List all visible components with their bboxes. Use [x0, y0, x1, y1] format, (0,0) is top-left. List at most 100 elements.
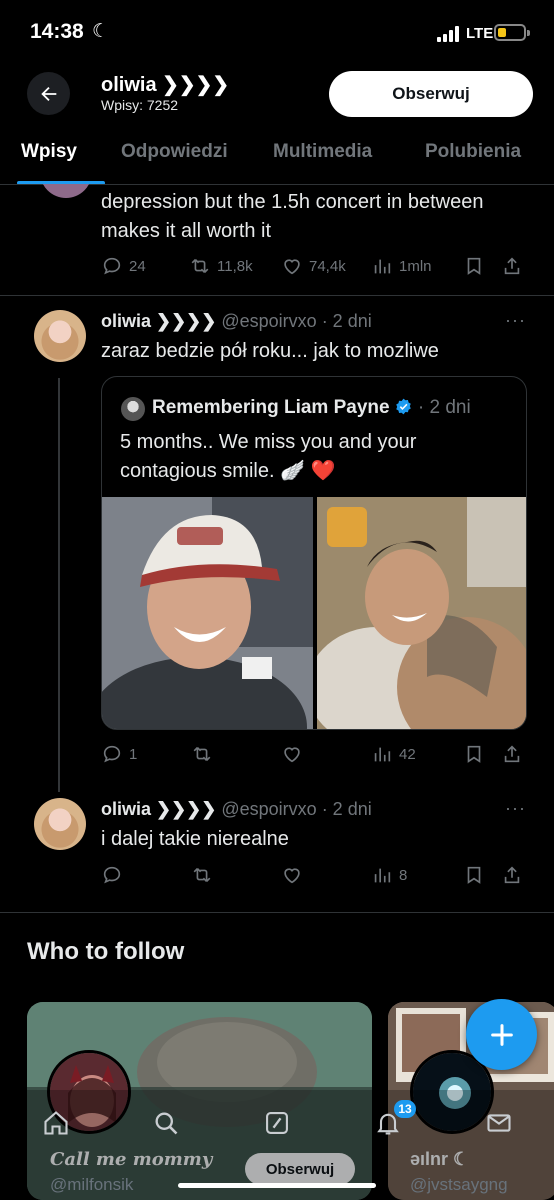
tab-likes[interactable]: Polubienia	[425, 141, 521, 163]
quoted-image-2[interactable]	[317, 497, 526, 729]
share-icon	[504, 745, 520, 763]
home-indicator	[178, 1183, 376, 1188]
quoted-image-1[interactable]	[102, 497, 313, 729]
section-divider	[0, 912, 554, 913]
repost-icon	[193, 746, 211, 762]
views-button[interactable]: 1mln	[371, 255, 432, 277]
share-icon	[504, 257, 520, 275]
post-actions: 24 11,8k 74,4k 1mln	[101, 255, 531, 277]
reply-count: 1	[129, 745, 138, 763]
bookmark-button[interactable]	[463, 255, 485, 277]
profile-tabs: Wpisy Odpowiedzi Multimedia Polubienia	[0, 124, 554, 184]
author-handle[interactable]: @espoirvxo	[221, 799, 316, 819]
repost-button[interactable]: 11,8k	[189, 255, 253, 277]
verified-badge-icon	[395, 398, 411, 415]
repost-icon	[191, 258, 209, 274]
grok-slash-icon	[266, 1112, 288, 1134]
more-options-icon[interactable]: ···	[505, 798, 526, 819]
views-button[interactable]: 8	[371, 864, 407, 886]
reply-icon	[103, 257, 121, 275]
heart-icon	[284, 868, 300, 884]
reply-count: 24	[129, 257, 146, 275]
avatar[interactable]	[34, 310, 86, 362]
author-name[interactable]: oliwia ❯❯❯❯	[101, 799, 216, 819]
post-time: · 2 dni	[321, 311, 372, 331]
like-button[interactable]: 74,4k	[281, 255, 346, 277]
avatar[interactable]	[34, 798, 86, 850]
follow-button[interactable]: Obserwuj	[329, 71, 533, 117]
post-text: depression but the 1.5h concert in betwe…	[101, 191, 484, 242]
quoted-time: · 2 dni	[417, 397, 471, 418]
tab-replies[interactable]: Odpowiedzi	[121, 141, 228, 163]
arrow-left-icon	[40, 86, 56, 101]
home-icon	[44, 1111, 68, 1135]
back-button[interactable]	[27, 72, 70, 115]
repost-count: 11,8k	[217, 257, 253, 275]
views-chart-icon	[374, 747, 391, 762]
views-chart-icon	[374, 259, 391, 274]
quoted-text: 5 months.. We miss you and your contagio…	[120, 431, 417, 482]
quoted-post[interactable]: Remembering Liam Payne · 2 dni 5 months.…	[101, 376, 527, 730]
share-button[interactable]	[501, 743, 523, 765]
post-time: · 2 dni	[321, 799, 372, 819]
nav-grok[interactable]	[263, 1109, 291, 1137]
reply-icon	[103, 745, 121, 763]
post-text: zaraz bedzie pół roku... jak to mozliwe	[101, 340, 439, 362]
post-text: i dalej takie nierealne	[101, 828, 289, 850]
quoted-avatar	[121, 397, 145, 421]
post-divider	[0, 295, 554, 296]
plus-icon	[490, 1023, 513, 1046]
bookmark-icon	[467, 866, 481, 884]
reply-button[interactable]	[101, 864, 123, 886]
bookmark-icon	[467, 745, 481, 763]
nav-messages[interactable]	[485, 1109, 513, 1137]
quoted-header: Remembering Liam Payne · 2 dni	[152, 397, 471, 419]
profile-name: oliwia ❯❯❯❯	[101, 74, 230, 96]
bookmark-button[interactable]	[463, 743, 485, 765]
status-bar: 14:38 ☾ LTE	[0, 0, 554, 62]
thread-line	[58, 378, 60, 792]
envelope-icon	[487, 1114, 511, 1132]
share-button[interactable]	[501, 255, 523, 277]
bookmark-icon	[467, 257, 481, 275]
battery-icon	[494, 24, 530, 41]
nav-home[interactable]	[42, 1109, 70, 1137]
post-actions: 1 42	[101, 743, 531, 765]
status-time: 14:38	[30, 20, 84, 43]
posts-count: Wpisy: 7252	[101, 97, 179, 113]
repost-button[interactable]	[191, 864, 213, 886]
views-chart-icon	[374, 868, 391, 883]
reply-button[interactable]: 24	[101, 255, 146, 277]
reply-icon	[103, 866, 121, 884]
author-handle[interactable]: @espoirvxo	[221, 311, 316, 331]
do-not-disturb-icon: ☾	[92, 21, 110, 42]
views-count: 8	[399, 866, 408, 884]
more-options-icon[interactable]: ···	[505, 310, 526, 331]
reply-button[interactable]: 1	[101, 743, 137, 765]
tab-media[interactable]: Multimedia	[273, 141, 372, 163]
repost-icon	[193, 867, 211, 883]
post-header: oliwia ❯❯❯❯ @espoirvxo · 2 dni	[101, 311, 372, 332]
compose-post-button[interactable]	[466, 999, 537, 1070]
like-button[interactable]	[281, 743, 303, 765]
photo-man-in-cap	[102, 497, 313, 729]
views-count: 42	[399, 745, 416, 763]
bookmark-button[interactable]	[463, 864, 485, 886]
heart-icon	[284, 747, 300, 763]
network-type: LTE	[466, 25, 494, 42]
like-button[interactable]	[281, 864, 303, 886]
who-to-follow-title: Who to follow	[27, 938, 185, 965]
cellular-signal-icon	[437, 26, 459, 42]
share-icon	[504, 866, 520, 884]
like-count: 74,4k	[309, 257, 346, 275]
repost-button[interactable]	[191, 743, 213, 765]
post-header: oliwia ❯❯❯❯ @espoirvxo · 2 dni	[101, 799, 372, 820]
tab-posts[interactable]: Wpisy	[21, 141, 77, 163]
share-button[interactable]	[501, 864, 523, 886]
author-name[interactable]: oliwia ❯❯❯❯	[101, 311, 216, 331]
photo-man-smiling	[317, 497, 526, 729]
nav-search[interactable]	[152, 1109, 180, 1137]
views-button[interactable]: 42	[371, 743, 416, 765]
quoted-author: Remembering Liam Payne	[152, 397, 390, 418]
views-count: 1mln	[399, 257, 432, 275]
